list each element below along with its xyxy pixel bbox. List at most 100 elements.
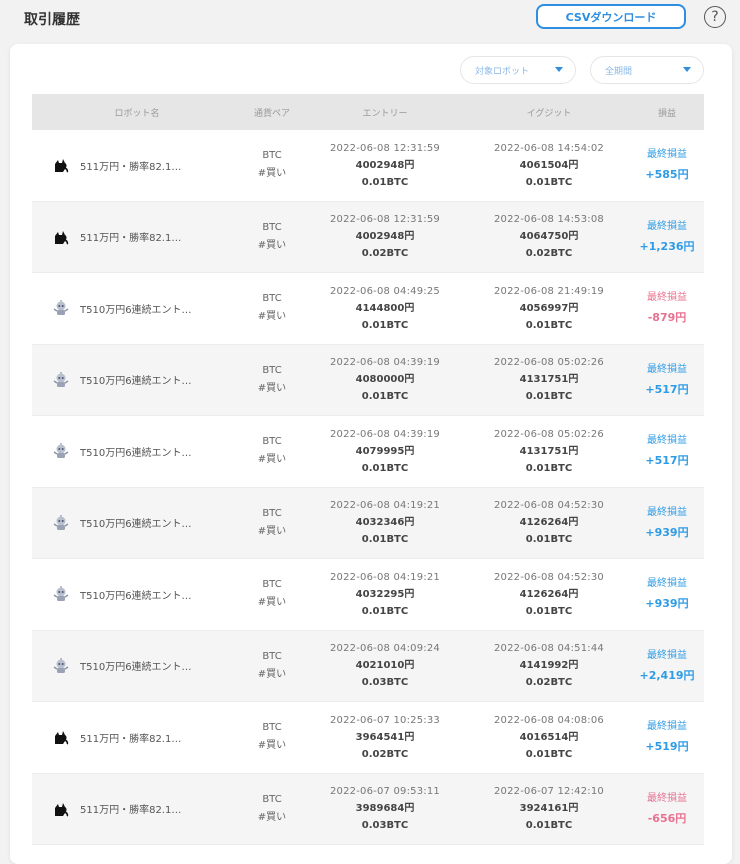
- exit-time: 2022-06-08 04:51:44: [493, 643, 604, 655]
- entry-cell: 2022-06-08 04:09:24 4021010円 0.03BTC: [302, 640, 468, 691]
- profit-loss-value: +519円: [645, 740, 689, 754]
- pair-cell: BTC #買い: [242, 290, 302, 326]
- exit-cell: 2022-06-08 04:52:30 4126264円 0.01BTC: [468, 569, 630, 620]
- entry-quantity: 0.02BTC: [361, 748, 409, 760]
- table-row[interactable]: 511万円・勝率82.1… BTC #買い 2022-06-07 10:25:33 39…: [32, 702, 704, 774]
- exit-time: 2022-06-08 05:02:26: [493, 357, 604, 369]
- profit-loss-value: +2,419円: [639, 668, 695, 682]
- table-body: 511万円・勝率82.1… BTC #買い 2022-06-08 12:31:59 40…: [32, 130, 704, 845]
- table-row[interactable]: 511万円・勝率82.1… BTC #買い 2022-06-07 09:53:11 39…: [32, 773, 704, 845]
- currency-pair: BTC: [262, 436, 282, 448]
- exit-quantity: 0.01BTC: [525, 820, 573, 832]
- exit-cell: 2022-06-08 14:53:08 4064750円 0.02BTC: [468, 211, 630, 262]
- entry-cell: 2022-06-08 04:19:21 4032295円 0.01BTC: [302, 569, 468, 620]
- exit-cell: 2022-06-08 05:02:26 4131751円 0.01BTC: [468, 354, 630, 405]
- robot-icon: [52, 442, 70, 460]
- cat-icon: [52, 156, 70, 174]
- profit-loss-value: +939円: [645, 597, 689, 611]
- page-header: 取引履歴 CSVダウンロード ?: [0, 0, 740, 40]
- entry-quantity: 0.03BTC: [361, 820, 409, 832]
- exit-quantity: 0.01BTC: [525, 748, 573, 760]
- entry-time: 2022-06-08 04:49:25: [329, 285, 440, 297]
- entry-price: 4032295円: [355, 588, 415, 600]
- profit-loss-cell: 最終損益 +519円: [630, 717, 704, 757]
- column-header-robot: ロボット名: [114, 108, 160, 119]
- robot-name: T510万円6連続エント…: [80, 662, 192, 674]
- entry-quantity: 0.01BTC: [361, 534, 409, 546]
- robot-cell: 511万円・勝率82.1…: [32, 156, 242, 174]
- table-row[interactable]: T510万円6連続エント… BTC #買い 2022-06-08 04:19:21 40…: [32, 559, 704, 631]
- profit-loss-cell: 最終損益 +2,419円: [630, 646, 704, 686]
- entry-time: 2022-06-08 04:39:19: [329, 357, 440, 369]
- table-row[interactable]: T510万円6連続エント… BTC #買い 2022-06-08 04:39:19 40…: [32, 344, 704, 416]
- table-row[interactable]: T510万円6連続エント… BTC #買い 2022-06-08 04:09:24 40…: [32, 630, 704, 702]
- pair-cell: BTC #買い: [242, 147, 302, 183]
- profit-loss-label: 最終損益: [647, 506, 687, 518]
- page-title: 取引履歴: [24, 12, 80, 28]
- profit-loss-value: +517円: [645, 382, 689, 396]
- exit-price: 4141992円: [519, 660, 579, 672]
- trade-table: ロボット名 通貨ペア エントリー イグジット 損益 511万円・勝率82.1… B…: [32, 94, 704, 845]
- exit-price: 4126264円: [519, 588, 579, 600]
- profit-loss-label: 最終損益: [647, 220, 687, 232]
- exit-quantity: 0.01BTC: [525, 391, 573, 403]
- entry-price: 3964541円: [355, 731, 415, 743]
- pair-cell: BTC #買い: [242, 219, 302, 255]
- entry-price: 4021010円: [355, 660, 415, 672]
- profit-loss-cell: 最終損益 +939円: [630, 503, 704, 543]
- profit-loss-value: -879円: [647, 311, 687, 325]
- entry-quantity: 0.01BTC: [361, 462, 409, 474]
- robot-cell: 511万円・勝率82.1…: [32, 228, 242, 246]
- trade-side: #買い: [257, 525, 287, 537]
- csv-download-button[interactable]: CSVダウンロード: [536, 4, 686, 29]
- trade-side: #買い: [257, 311, 287, 323]
- robot-filter-label: 対象ロボット: [475, 66, 530, 77]
- entry-time: 2022-06-08 12:31:59: [329, 142, 440, 154]
- pair-cell: BTC #買い: [242, 576, 302, 612]
- exit-quantity: 0.01BTC: [525, 605, 573, 617]
- entry-quantity: 0.01BTC: [361, 176, 409, 188]
- column-header-pair: 通貨ペア: [253, 108, 290, 119]
- entry-cell: 2022-06-08 04:39:19 4080000円 0.01BTC: [302, 354, 468, 405]
- exit-cell: 2022-06-08 04:52:30 4126264円 0.01BTC: [468, 497, 630, 548]
- exit-quantity: 0.02BTC: [525, 248, 573, 260]
- entry-quantity: 0.03BTC: [361, 677, 409, 689]
- profit-loss-label: 最終損益: [647, 578, 687, 590]
- profit-loss-label: 最終損益: [647, 363, 687, 375]
- exit-price: 4016514円: [519, 731, 579, 743]
- table-row[interactable]: T510万円6連続エント… BTC #買い 2022-06-08 04:19:21 40…: [32, 487, 704, 559]
- entry-cell: 2022-06-08 04:39:19 4079995円 0.01BTC: [302, 426, 468, 477]
- robot-name: T510万円6連続エント…: [80, 304, 192, 316]
- entry-cell: 2022-06-08 04:49:25 4144800円 0.01BTC: [302, 283, 468, 334]
- table-row[interactable]: 511万円・勝率82.1… BTC #買い 2022-06-08 12:31:59 40…: [32, 130, 704, 202]
- entry-time: 2022-06-08 04:09:24: [329, 643, 440, 655]
- profit-loss-value: +1,236円: [639, 239, 695, 253]
- entry-price: 3989684円: [355, 803, 415, 815]
- robot-icon: [52, 514, 70, 532]
- trade-side: #買い: [257, 239, 287, 251]
- robot-name: T510万円6連続エント…: [80, 590, 192, 602]
- robot-cell: T510万円6連続エント…: [32, 585, 242, 603]
- trade-side: #買い: [257, 382, 287, 394]
- period-filter-select[interactable]: 全期間: [590, 56, 704, 84]
- exit-price: 4061504円: [519, 159, 579, 171]
- profit-loss-label: 最終損益: [647, 292, 687, 304]
- entry-price: 4079995円: [355, 445, 415, 457]
- trade-side: #買い: [257, 454, 287, 466]
- entry-price: 4144800円: [355, 302, 415, 314]
- period-filter-label: 全期間: [605, 66, 633, 77]
- exit-time: 2022-06-08 14:53:08: [493, 214, 604, 226]
- entry-time: 2022-06-07 10:25:33: [329, 714, 440, 726]
- currency-pair: BTC: [262, 579, 282, 591]
- entry-price: 4002948円: [355, 159, 415, 171]
- exit-cell: 2022-06-07 12:42:10 3924161円 0.01BTC: [468, 783, 630, 834]
- profit-loss-cell: 最終損益 +939円: [630, 574, 704, 614]
- robot-name: T510万円6連続エント…: [80, 447, 192, 459]
- entry-time: 2022-06-08 04:39:19: [329, 428, 440, 440]
- profit-loss-label: 最終損益: [647, 792, 687, 804]
- table-row[interactable]: 511万円・勝率82.1… BTC #買い 2022-06-08 12:31:59 40…: [32, 201, 704, 273]
- table-row[interactable]: T510万円6連続エント… BTC #買い 2022-06-08 04:49:25 41…: [32, 273, 704, 345]
- robot-filter-select[interactable]: 対象ロボット: [460, 56, 576, 84]
- table-row[interactable]: T510万円6連続エント… BTC #買い 2022-06-08 04:39:19 40…: [32, 416, 704, 488]
- help-icon[interactable]: ?: [704, 6, 726, 28]
